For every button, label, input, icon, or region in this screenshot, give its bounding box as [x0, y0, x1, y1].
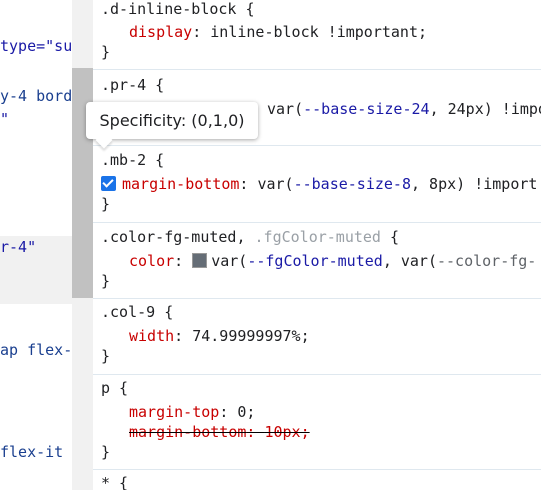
rule-close-brace: } — [101, 43, 111, 61]
declaration[interactable]: margin-bottom: var(--base-size-8, 8px) !… — [101, 174, 537, 194]
rule-selector[interactable]: p { — [101, 378, 128, 398]
css-rule-universal: * { — [93, 470, 541, 490]
property-name: width — [129, 327, 175, 345]
css-rule-col-9: .col-9 { width: 74.99999997%; } — [93, 299, 541, 375]
property-value: 0; — [237, 403, 256, 421]
css-rule-mb-2: .mb-2 { margin-bottom: var(--base-size-8… — [93, 146, 541, 223]
specificity-tooltip: Specificity: (0,1,0) — [86, 102, 258, 149]
rule-close-brace: } — [101, 347, 111, 365]
dom-fragment[interactable]: type="su — [0, 37, 72, 55]
css-rule-p: p { margin-top: 0; margin-bottom: 10px; … — [93, 375, 541, 470]
declaration-checkbox[interactable] — [101, 176, 116, 191]
tooltip-text: Specificity: (0,1,0) — [99, 111, 245, 130]
declaration[interactable]: color: var(--fgColor-muted, var(--color-… — [129, 251, 536, 271]
declaration-value[interactable]: var(--base-size-24, 24px) !impo — [267, 99, 541, 119]
rule-selector[interactable]: .col-9 { — [101, 302, 173, 322]
declaration[interactable]: margin-top: 0; — [129, 402, 255, 422]
property-value: inline-block !important; — [210, 23, 428, 41]
dom-fragment[interactable]: flex-it — [0, 443, 63, 461]
css-variable: --base-size-24 — [303, 100, 430, 118]
rule-selector[interactable]: * { — [101, 473, 128, 490]
dom-fragment[interactable]: " — [0, 110, 9, 128]
property-name: display — [129, 23, 193, 41]
dom-fragment[interactable]: ap flex- — [0, 341, 72, 359]
property-name: margin-bottom — [122, 175, 240, 193]
css-variable: --base-size-8 — [293, 175, 411, 193]
css-variable: --fgColor-muted — [247, 252, 383, 270]
property-value: 74.99999997%; — [192, 327, 310, 345]
rule-selector[interactable]: .d-inline-block { — [101, 0, 255, 19]
css-rule-d-inline-block: .d-inline-block { display: inline-block … — [93, 0, 541, 70]
rule-selector[interactable]: .color-fg-muted, .fgColor-muted { — [101, 227, 399, 247]
rule-close-brace: } — [101, 195, 111, 213]
declaration[interactable]: display: inline-block !important; — [129, 22, 427, 42]
property-name: margin-top — [129, 403, 220, 421]
rule-selector[interactable]: .mb-2 { — [101, 150, 164, 170]
property-name: margin-bottom — [129, 423, 247, 441]
css-variable: --color-fg- — [437, 252, 537, 270]
rule-selector[interactable]: .pr-4 { — [101, 75, 164, 95]
css-rule-color-fg-muted: .color-fg-muted, .fgColor-muted { color:… — [93, 223, 541, 299]
overridden-declaration[interactable]: margin-bottom: 10px; — [129, 422, 310, 442]
elements-panel: type="su y-4 bord " r-4" ap flex- flex-i… — [0, 0, 72, 490]
dom-fragment[interactable]: r-4" — [0, 238, 36, 256]
property-name: color — [129, 252, 175, 270]
property-value: 10px; — [264, 423, 310, 441]
declaration[interactable]: width: 74.99999997%; — [129, 326, 310, 346]
rule-close-brace: } — [101, 272, 111, 290]
dom-fragment[interactable]: y-4 bord — [0, 87, 72, 105]
styles-panel: .d-inline-block { display: inline-block … — [93, 0, 541, 490]
rule-close-brace: } — [101, 443, 111, 461]
color-swatch[interactable] — [192, 253, 208, 268]
